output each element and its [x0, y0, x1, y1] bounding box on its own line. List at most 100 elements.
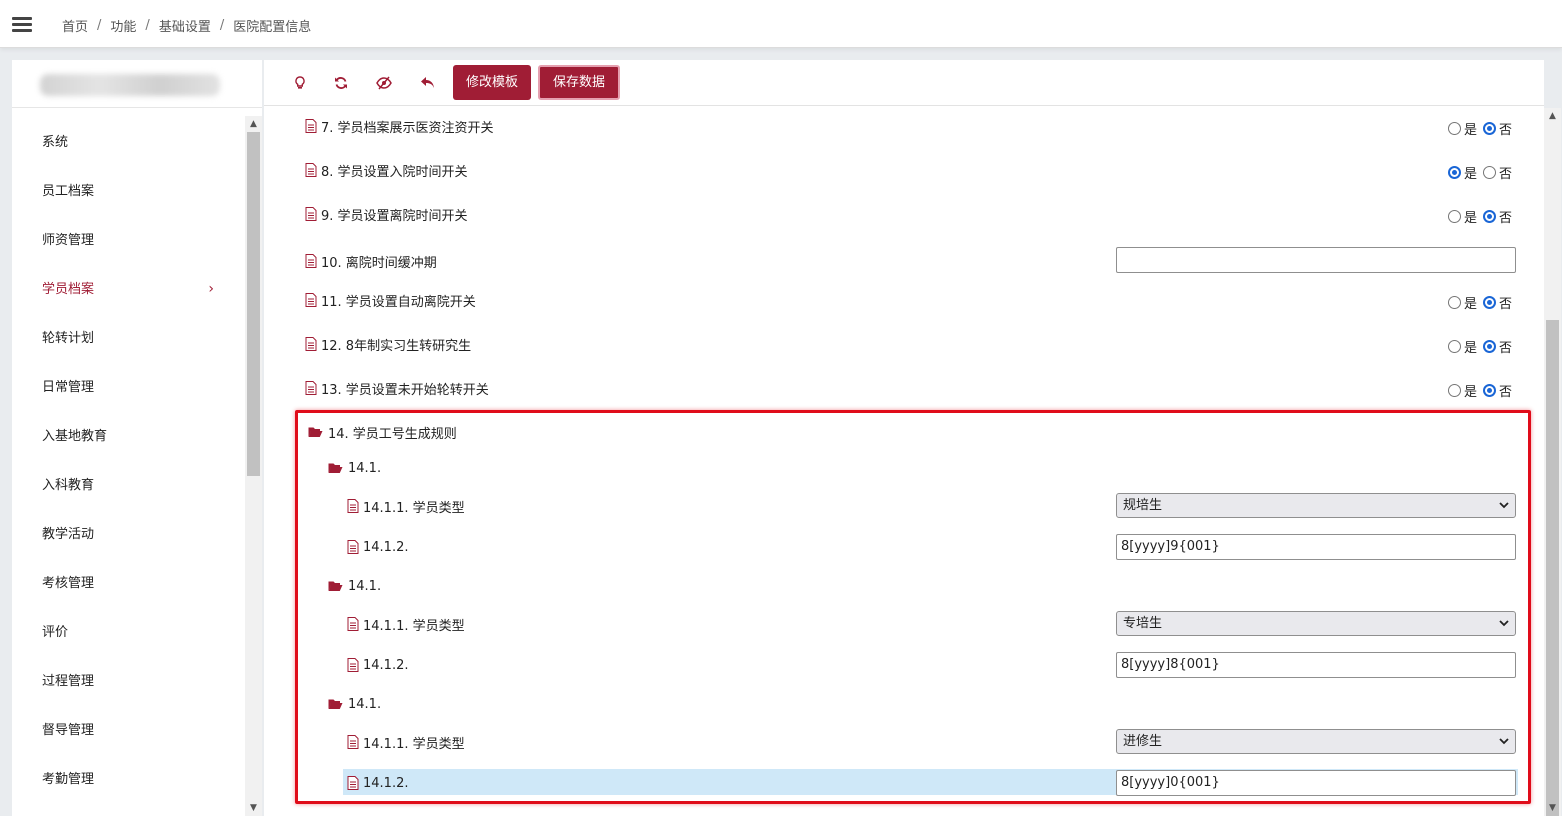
sidebar-item-evaluation[interactable]: 评价	[12, 608, 244, 657]
scroll-down-icon[interactable]: ▼	[1544, 800, 1561, 816]
top-bar: 首页 / 功能 / 基础设置 / 医院配置信息	[0, 0, 1562, 48]
sidebar-item-process[interactable]: 过程管理	[12, 657, 244, 706]
sidebar-item-supervision[interactable]: 督导管理	[12, 706, 244, 755]
sidebar-item-label: 日常管理	[42, 380, 95, 395]
student-type-value: 专培生	[1123, 616, 1163, 631]
folder-open-icon	[308, 427, 323, 437]
radio-yes[interactable]	[1448, 384, 1461, 397]
blurred-hospital-name	[40, 74, 220, 96]
breadcrumb-basic-settings[interactable]: 基础设置	[159, 16, 211, 35]
setting-radio-group: 是 否	[1448, 163, 1518, 182]
main-scrollbar[interactable]: ▲ ▼	[1544, 108, 1561, 816]
sidebar-item-label: 教学活动	[42, 527, 95, 542]
radio-no[interactable]	[1483, 210, 1497, 223]
radio-no[interactable]	[1483, 340, 1497, 353]
lightbulb-icon[interactable]	[289, 73, 311, 93]
scrollbar-thumb[interactable]	[1546, 320, 1559, 816]
rule-entry-header[interactable]: 14.1.	[328, 457, 381, 479]
sidebar-item-rotation-plan[interactable]: 轮转计划	[12, 314, 244, 363]
sidebar: 系统 员工档案 师资管理 学员档案 › 轮转计划 日常管理 入基地教育 入科教育 …	[12, 60, 262, 816]
sidebar-item-staff-records[interactable]: 员工档案	[12, 167, 244, 216]
setting-label: 11. 学员设置自动离院开关	[321, 294, 476, 310]
radio-yes[interactable]	[1448, 340, 1461, 353]
setting-radio-group: 是 否	[1448, 293, 1518, 312]
breadcrumb-separator: /	[97, 18, 102, 33]
scroll-down-icon[interactable]: ▼	[245, 800, 262, 816]
document-icon	[347, 617, 359, 631]
sidebar-scrollbar[interactable]: ▲ ▼	[245, 116, 262, 816]
rule-type-label: 14.1.1. 学员类型	[363, 500, 465, 516]
breadcrumb-separator: /	[219, 18, 225, 33]
sidebar-item-label: 入科教育	[42, 478, 95, 493]
document-icon	[305, 254, 317, 268]
rule-entry-header[interactable]: 14.1.	[328, 693, 381, 715]
radio-no[interactable]	[1483, 384, 1497, 397]
rule-entry-header[interactable]: 14.1.	[328, 575, 381, 597]
rule-pattern-row: 14.1.2.	[347, 654, 408, 676]
setting-radio-group: 是 否	[1448, 337, 1518, 356]
sidebar-item-base-education[interactable]: 入基地教育	[12, 412, 244, 461]
rule-type-row: 14.1.1. 学员类型	[347, 495, 465, 517]
menu-toggle-icon[interactable]	[12, 17, 32, 33]
sidebar-item-student-records[interactable]: 学员档案 ›	[12, 265, 244, 314]
radio-no[interactable]	[1483, 296, 1497, 309]
sidebar-item-dept-education[interactable]: 入科教育	[12, 461, 244, 510]
radio-yes-label: 是	[1464, 211, 1478, 226]
rule-entry-label: 14.1.	[348, 696, 382, 712]
rule-type-row: 14.1.1. 学员类型	[347, 731, 465, 753]
hide-icon[interactable]	[373, 73, 395, 93]
rule-pattern-label: 14.1.2.	[363, 657, 409, 673]
sidebar-item-daily[interactable]: 日常管理	[12, 363, 244, 412]
sidebar-item-system[interactable]: 系统	[12, 118, 244, 167]
radio-yes[interactable]	[1448, 166, 1461, 179]
setting-row: 11. 学员设置自动离院开关	[305, 289, 476, 311]
sidebar-item-attendance[interactable]: 考勤管理	[12, 755, 244, 804]
radio-no-label: 否	[1499, 385, 1513, 400]
leave-buffer-input[interactable]	[1116, 247, 1516, 273]
student-type-value: 规培生	[1123, 498, 1163, 513]
document-icon	[305, 119, 317, 133]
rule-entry-label: 14.1.	[348, 578, 382, 594]
sidebar-item-label: 学员档案	[42, 282, 95, 297]
rule-pattern-row: 14.1.2.	[347, 536, 408, 558]
student-type-select[interactable]: 进修生	[1116, 729, 1516, 754]
scroll-up-icon[interactable]: ▲	[245, 116, 262, 132]
breadcrumb-function[interactable]: 功能	[110, 16, 136, 35]
rule-group-label: 14. 学员工号生成规则	[328, 426, 457, 442]
setting-label: 12. 8年制实习生转研究生	[321, 338, 472, 354]
save-data-button[interactable]: 保存数据	[538, 65, 621, 100]
sidebar-item-faculty[interactable]: 师资管理	[12, 216, 244, 265]
student-type-value: 进修生	[1123, 734, 1163, 749]
setting-label: 13. 学员设置未开始轮转开关	[321, 382, 489, 398]
student-type-select[interactable]: 专培生	[1116, 611, 1516, 636]
document-icon	[305, 207, 317, 221]
id-pattern-input[interactable]: 8[yyyy]0{001}	[1116, 770, 1516, 796]
toolbar: 修改模板 保存数据	[264, 60, 1544, 106]
sidebar-item-exams[interactable]: 考核管理	[12, 559, 244, 608]
scroll-up-icon[interactable]: ▲	[1544, 108, 1561, 124]
chevron-down-icon	[1499, 494, 1509, 525]
refresh-icon[interactable]	[330, 73, 352, 93]
radio-no[interactable]	[1483, 122, 1497, 135]
rule-group-header[interactable]: 14. 学员工号生成规则	[308, 421, 457, 443]
document-icon	[305, 163, 317, 177]
setting-label: 9. 学员设置离院时间开关	[321, 208, 468, 224]
radio-no[interactable]	[1483, 166, 1497, 179]
id-pattern-input[interactable]: 8[yyyy]8{001}	[1116, 652, 1516, 678]
undo-icon[interactable]	[417, 73, 439, 93]
radio-yes[interactable]	[1448, 296, 1461, 309]
sidebar-item-label: 系统	[42, 135, 69, 150]
folder-open-icon	[328, 699, 343, 709]
chevron-down-icon	[1499, 730, 1509, 761]
breadcrumb-home[interactable]: 首页	[62, 16, 88, 35]
student-type-select[interactable]: 规培生	[1116, 493, 1516, 518]
scrollbar-thumb[interactable]	[247, 132, 260, 476]
document-icon	[347, 735, 359, 749]
sidebar-item-label: 考勤管理	[42, 772, 95, 787]
id-pattern-input[interactable]: 8[yyyy]9{001}	[1116, 534, 1516, 560]
radio-yes[interactable]	[1448, 122, 1461, 135]
setting-label: 8. 学员设置入院时间开关	[321, 164, 468, 180]
radio-yes[interactable]	[1448, 210, 1461, 223]
edit-template-button[interactable]: 修改模板	[453, 65, 532, 100]
sidebar-item-teaching[interactable]: 教学活动	[12, 510, 244, 559]
